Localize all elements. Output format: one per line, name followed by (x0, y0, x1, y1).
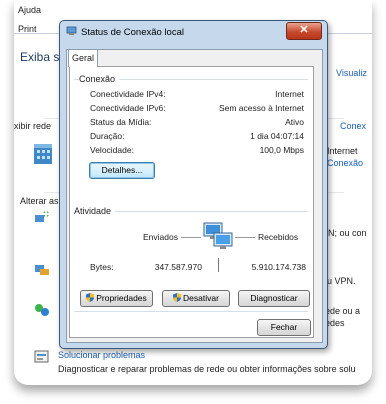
homegroup-icon (35, 304, 49, 316)
detalhes-button[interactable]: Detalhes... (89, 162, 155, 179)
connect-network-icon (35, 265, 49, 275)
network-adapter-icon (66, 26, 77, 35)
ipv6-label: Conectividade IPv6: (90, 103, 166, 113)
network-activity-icon (203, 222, 233, 249)
uac-shield-icon (173, 293, 182, 302)
fechar-button[interactable]: Fechar (257, 319, 311, 336)
ipv4-value: Internet (275, 89, 304, 99)
bytes-divider (218, 258, 219, 272)
recebidos-label: Recebidos (258, 232, 299, 242)
bytes-received-value: 5.910.174.738 (251, 262, 306, 272)
menu-bar: Ajuda Print (18, 4, 41, 35)
tab-geral[interactable]: Geral (68, 49, 98, 67)
conexao-group-label: Conexão (79, 74, 120, 84)
speed-value: 100,0 Mbps (259, 145, 304, 155)
geral-panel: Conexão Conectividade IPv4: Internet Con… (69, 66, 314, 338)
status-dialog: Status de Conexão local ✕ Geral Conexão … (59, 20, 328, 349)
ipv4-label: Conectividade IPv4: (90, 89, 166, 99)
uac-shield-icon (86, 293, 95, 302)
solucionar-description: Diagnosticar e reparar problemas de rede… (58, 364, 356, 374)
vpn-item-text-1: PN; ou con (322, 228, 367, 238)
duration-value: 1 dia 04:07:14 (250, 131, 304, 141)
conexao-link-truncated[interactable]: Conex (340, 121, 366, 131)
dialog-title: Status de Conexão local (81, 27, 184, 38)
desativar-button[interactable]: Desativar (162, 290, 230, 307)
speed-label: Velocidade: (90, 145, 134, 155)
enviados-line (181, 237, 201, 238)
menu-ajuda[interactable]: Ajuda (18, 4, 41, 16)
media-status-value: Ativo (285, 117, 304, 127)
propriedades-button[interactable]: Propriedades (80, 290, 153, 307)
alterar-heading: Alterar as (20, 196, 59, 206)
media-status-label: Status da Mídia: (90, 117, 152, 127)
propriedades-label: Propriedades (96, 293, 147, 303)
troubleshoot-icon (34, 350, 49, 363)
bytes-sent-value: 347.587.970 (154, 262, 202, 272)
desativar-label: Desativar (183, 293, 219, 303)
solucionar-problemas-link[interactable]: Solucionar problemas (58, 350, 145, 360)
diagnosticar-button[interactable]: Diagnosticar (238, 290, 310, 307)
conexao-link[interactable]: Conexão (327, 158, 363, 168)
new-connection-icon (35, 211, 49, 222)
recebidos-line (235, 237, 255, 238)
ipv6-value: Sem acesso à Internet (218, 103, 304, 113)
bytes-label: Bytes: (90, 262, 114, 272)
atividade-group-label: Atividade (74, 206, 116, 216)
bottom-separator (74, 311, 308, 312)
exibir-rede-label: xibir rede (14, 121, 52, 131)
close-button[interactable]: ✕ (286, 22, 322, 40)
duration-label: Duração: (90, 131, 125, 141)
visualizar-link[interactable]: Visualiz (336, 68, 367, 78)
enviados-label: Enviados (143, 232, 178, 242)
internet-label: Internet (327, 146, 358, 156)
screenshot-frame: Ajuda Print Exiba su Visualiz xibir rede… (0, 0, 386, 404)
network-building-icon (34, 144, 52, 164)
